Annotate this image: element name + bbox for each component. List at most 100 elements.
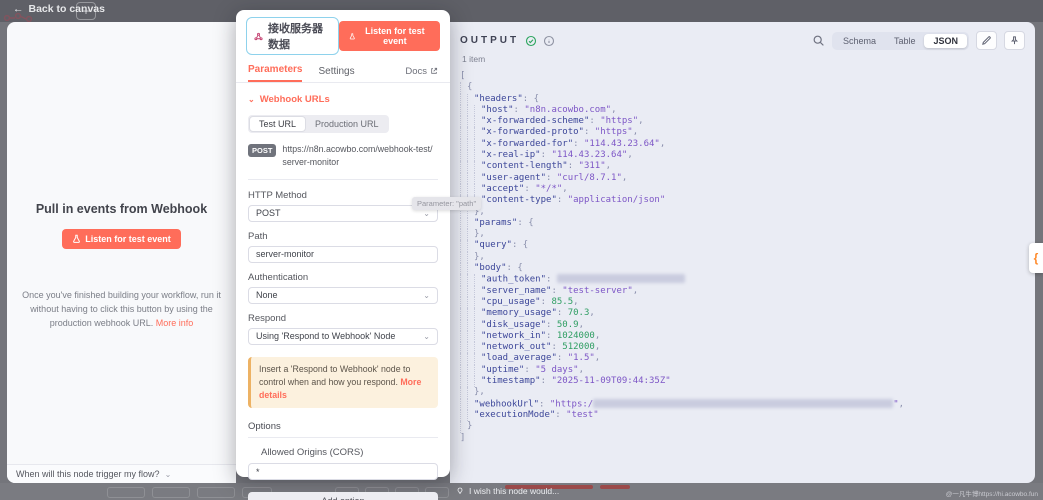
json-line: "executionMode": "test" [460,410,1035,421]
expression-flyout-tab[interactable]: { [1029,243,1043,273]
respond-callout: Insert a 'Respond to Webhook' node to co… [248,357,438,409]
pin-icon [1009,35,1020,46]
json-line: "content-type": "application/json" [460,195,1035,206]
json-line: } [460,421,1035,432]
method-badge: POST [248,144,276,157]
chevron-down-icon: ⌄ [423,291,430,300]
json-line: "network_in": 1024000, [460,331,1035,342]
callout-text: Insert a 'Respond to Webhook' node to co… [259,364,410,387]
json-line: "webhookUrl": "https:/", [460,399,1035,410]
json-line: }, [460,387,1035,398]
canvas-bottombar: I wish this node would... @一凡牛博https://h… [0,483,1043,500]
docs-link[interactable]: Docs [405,66,438,77]
chevron-down-icon: ⌄ [165,470,172,479]
docs-label: Docs [405,66,427,77]
webhook-url-text: https://n8n.acowbo.com/webhook-test/serv… [282,143,434,169]
json-line: "query": { [460,240,1035,251]
node-title-box[interactable]: 接收服务器数据 [246,17,339,55]
wish-label: I wish this node would... [469,486,559,496]
json-line: "body": { [460,263,1035,274]
output-view-switcher: Schema Table JSON [832,32,969,50]
http-method-select[interactable]: POST ⌄ [248,205,438,222]
view-table-button[interactable]: Table [885,34,925,48]
json-line: "network_out": 512000, [460,342,1035,353]
authentication-select[interactable]: None ⌄ [248,287,438,304]
json-line: }, [460,229,1035,240]
json-line: "x-forwarded-scheme": "https", [460,116,1035,127]
view-schema-button[interactable]: Schema [834,34,885,48]
input-panel: Pull in events from Webhook Listen for t… [7,22,236,483]
json-viewer: [{"headers": {"host": "n8n.acowbo.com","… [450,71,1035,444]
webhook-url-row[interactable]: POST https://n8n.acowbo.com/webhook-test… [248,143,438,169]
chevron-down-icon: ⌄ [423,497,430,500]
node-title: 接收服务器数据 [268,20,331,52]
canvas-topbar: ← Back to canvas + [0,0,1043,22]
webhook-urls-section-toggle[interactable]: ⌄ Webhook URLs [248,94,438,105]
items-count-label: 1 item [462,54,1035,64]
json-line: "host": "n8n.acowbo.com", [460,105,1035,116]
dimmed-red-bar [600,485,630,489]
json-line: }, [460,252,1035,263]
node-feedback-link[interactable]: I wish this node would... [456,486,559,496]
add-option-button[interactable]: Add option ⌄ [248,492,438,500]
json-line: "disk_usage": 50.9, [460,320,1035,331]
flask-icon [72,234,81,244]
new-tab-button[interactable]: + [76,2,96,20]
output-panel: OUTPUT Schema Table JSON [450,22,1035,483]
tab-settings[interactable]: Settings [318,66,354,77]
canvas-control-ghost [197,487,235,498]
json-line: "memory_usage": 70.3, [460,308,1035,319]
json-line: "headers": { [460,94,1035,105]
http-method-value: POST [256,208,281,218]
listen-button-label: Listen for test event [85,234,171,244]
json-line: "x-real-ip": "114.43.23.64", [460,150,1035,161]
add-option-label: Add option [321,496,364,500]
listen-button-label: Listen for test event [360,26,430,46]
json-line: "auth_token": [460,274,1035,285]
listen-for-test-event-button[interactable]: Listen for test event [62,229,181,249]
tab-parameters[interactable]: Parameters [248,61,302,82]
json-line: "uptime": "5 days", [460,365,1035,376]
webhook-urls-label: Webhook URLs [260,94,330,105]
path-parameter-tooltip: Parameter: "path" [412,197,481,210]
back-arrow-icon: ← [13,3,24,15]
authentication-value: None [256,290,278,300]
trigger-info-footer[interactable]: When will this node trigger my flow? ⌄ [7,464,236,483]
respond-value: Using 'Respond to Webhook' Node [256,331,395,341]
lightbulb-icon [456,486,464,496]
watermark-text: @一凡牛博https://hi.acowbo.fun [946,488,1038,498]
json-line: "params": { [460,218,1035,229]
production-url-button[interactable]: Production URL [306,116,388,132]
test-url-button[interactable]: Test URL [249,116,306,132]
path-input[interactable] [248,246,438,263]
more-info-link[interactable]: More info [156,318,194,328]
json-line: "cpu_usage": 85.5, [460,297,1035,308]
json-line: "load_average": "1.5", [460,353,1035,364]
allowed-origins-input[interactable] [248,463,438,480]
divider [248,437,438,438]
flask-icon [349,32,356,41]
webhook-icon [254,31,263,42]
pin-data-button[interactable] [1004,31,1025,50]
json-line: { [460,82,1035,93]
authentication-label: Authentication [248,272,438,283]
json-line: [ [460,71,1035,82]
node-settings-panel: 接收服务器数据 Listen for test event Parameters… [236,10,450,477]
json-line: "server_name": "test-server", [460,286,1035,297]
divider [248,179,438,180]
view-json-button[interactable]: JSON [924,34,967,48]
url-toggle: Test URL Production URL [248,115,389,133]
json-line: "content-length": "311", [460,161,1035,172]
path-label: Path [248,231,438,242]
output-title: OUTPUT [460,35,519,46]
respond-select[interactable]: Using 'Respond to Webhook' Node ⌄ [248,328,438,345]
listen-for-test-event-button-header[interactable]: Listen for test event [339,21,440,51]
http-method-label: HTTP Method [248,190,438,201]
info-icon[interactable] [543,35,555,47]
edit-output-button[interactable] [976,31,997,50]
search-icon[interactable] [812,34,825,47]
canvas-control-ghost [107,487,145,498]
respond-label: Respond [248,313,438,324]
canvas-control-ghost [152,487,190,498]
input-panel-hint: Once you've finished building your workf… [19,289,224,331]
